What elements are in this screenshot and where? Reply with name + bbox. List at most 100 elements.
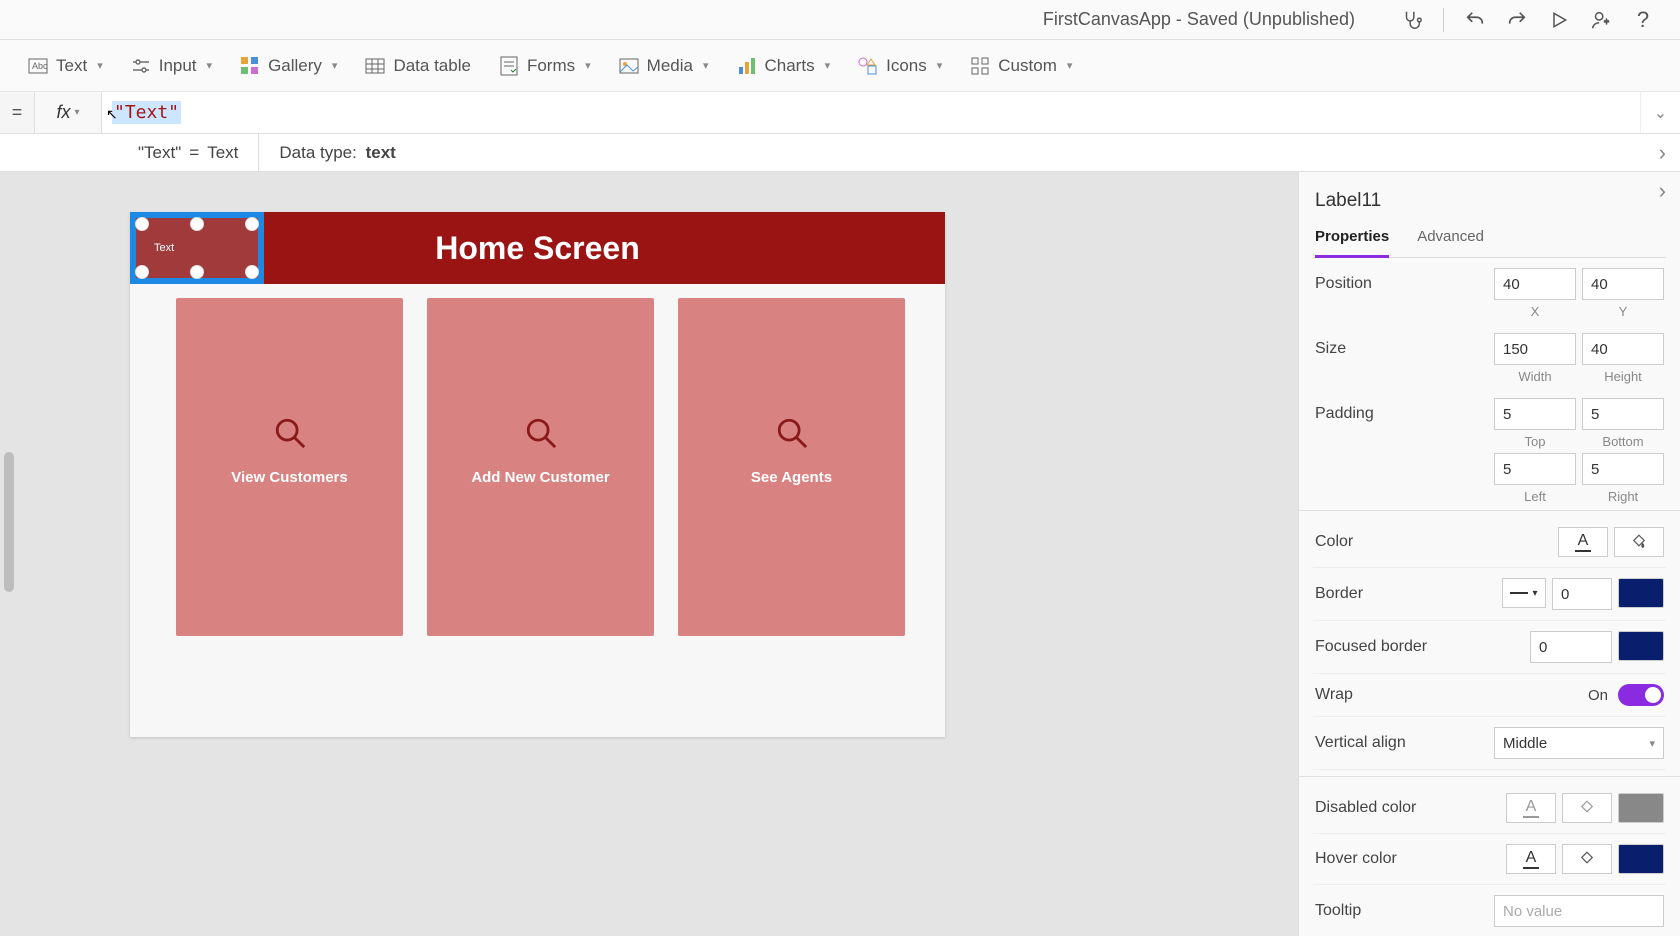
valign-dropdown[interactable]: Middle▾ [1494,727,1664,759]
ribbon-forms[interactable]: Forms▾ [499,56,591,76]
valign-label: Vertical align [1315,734,1494,752]
prop-padding: Padding 5 5 [1313,388,1666,432]
selection-handles[interactable] [136,218,258,278]
formula-collapse-button[interactable]: › [1659,140,1666,166]
prop-color: Color A [1313,517,1666,568]
table-icon [365,56,385,76]
size-height-input[interactable]: 40 [1582,333,1664,365]
formula-expand-button[interactable]: ⌄ [1640,92,1680,133]
chevron-down-icon: ▾ [332,59,338,72]
padding-left-input[interactable]: 5 [1494,453,1576,485]
ribbon-charts[interactable]: Charts▾ [737,56,831,76]
position-y-input[interactable]: 40 [1582,268,1664,300]
padding-bottom-input[interactable]: 5 [1582,398,1664,430]
redo-icon[interactable] [1500,3,1534,37]
datatype-label: Data type: [279,143,357,162]
hover-fill-button[interactable] [1562,844,1612,874]
position-label: Position [1315,275,1494,293]
ribbon-media[interactable]: Media▾ [619,56,709,76]
ribbon-gallery[interactable]: Gallery▾ [240,56,337,76]
share-user-icon[interactable] [1584,3,1618,37]
card-see-agents[interactable]: See Agents [678,298,905,636]
ribbon-custom[interactable]: Custom▾ [970,56,1072,76]
home-screen-title: Home Screen [435,230,640,267]
left-scrollbar[interactable] [0,172,20,936]
tab-properties[interactable]: Properties [1315,222,1389,258]
ribbon-text[interactable]: Abc Text▾ [28,56,103,76]
disabled-fill-button[interactable] [1562,793,1612,823]
chevron-down-icon: ⌄ [1654,103,1667,123]
card-add-customer[interactable]: Add New Customer [427,298,654,636]
border-width-input[interactable]: 0 [1552,578,1612,610]
prop-focused-border: Focused border 0 [1313,621,1666,674]
font-color-button[interactable]: A [1558,527,1608,557]
formula-value: "Text" [112,101,181,124]
disabled-font-color-button[interactable]: A [1506,793,1556,823]
svg-text:Abc: Abc [32,61,48,71]
disabled-border-swatch[interactable] [1618,793,1664,823]
padding-label: Padding [1315,405,1494,423]
gallery-grid-icon [240,56,260,76]
card-caption: Add New Customer [471,469,609,486]
prop-disabled-color: Disabled color A [1313,783,1666,834]
app-title: FirstCanvasApp - Saved (Unpublished) [1043,9,1355,30]
tooltip-input[interactable]: No value [1494,895,1664,927]
help-icon[interactable]: ? [1626,3,1660,37]
size-label: Size [1315,340,1494,358]
prop-tooltip: Tooltip No value [1313,885,1666,936]
fx-button[interactable]: fx▾ [34,92,102,133]
ribbon-datatable[interactable]: Data table [365,56,471,76]
chevron-down-icon: ▾ [825,59,831,72]
ribbon-input[interactable]: Input▾ [131,56,212,76]
padding-top-input[interactable]: 5 [1494,398,1576,430]
chevron-down-icon: ▾ [937,59,943,72]
border-label: Border [1315,585,1502,603]
tooltip-label: Tooltip [1315,902,1494,920]
focused-border-label: Focused border [1315,638,1530,656]
card-view-customers[interactable]: View Customers [176,298,403,636]
wrap-label: Wrap [1315,686,1588,704]
formula-input[interactable]: ↖ "Text" [102,92,1640,133]
hover-border-swatch[interactable] [1618,844,1664,874]
fill-color-button[interactable] [1614,527,1664,557]
undo-icon[interactable] [1458,3,1492,37]
stethoscope-icon[interactable] [1395,3,1429,37]
insert-ribbon: Abc Text▾ Input▾ Gallery▾ Data table For… [0,40,1680,92]
chevron-down-icon: ▾ [703,59,709,72]
prop-valign: Vertical align Middle▾ [1313,717,1666,770]
properties-tabs: Properties Advanced [1313,222,1666,258]
wrap-toggle[interactable] [1618,684,1664,706]
focused-border-width-input[interactable]: 0 [1530,631,1612,663]
card-caption: See Agents [751,469,832,486]
focused-border-color-swatch[interactable] [1618,631,1664,661]
padding-right-input[interactable]: 5 [1582,453,1664,485]
hover-font-color-button[interactable]: A [1506,844,1556,874]
cursor-icon: ↖ [106,106,118,123]
ribbon-icons[interactable]: Icons▾ [858,56,942,76]
input-sliders-icon [131,56,151,76]
text-label-icon: Abc [28,56,48,76]
hover-color-label: Hover color [1315,850,1506,868]
property-equals[interactable]: = [0,92,34,133]
border-style-dropdown[interactable]: ▾ [1502,578,1546,608]
result-eq: = [189,143,199,163]
search-icon [273,416,307,455]
border-color-swatch[interactable] [1618,578,1664,608]
search-icon [775,416,809,455]
size-width-input[interactable]: 150 [1494,333,1576,365]
canvas-viewport: Home Screen Text View Customers Add New … [20,172,1298,936]
media-image-icon [619,56,639,76]
selected-label-control[interactable]: Text [130,212,264,284]
datatype-value: text [366,143,396,162]
chevron-down-icon: ▾ [207,59,213,72]
chevron-down-icon: ▾ [74,107,79,118]
custom-grid-icon [970,56,990,76]
scrollbar-thumb[interactable] [4,452,14,592]
tab-advanced[interactable]: Advanced [1417,222,1484,257]
panel-collapse-button[interactable]: › [1659,178,1666,204]
chevron-down-icon: ▾ [585,59,591,72]
play-icon[interactable] [1542,3,1576,37]
position-x-input[interactable]: 40 [1494,268,1576,300]
card-caption: View Customers [231,469,347,486]
app-canvas[interactable]: Home Screen Text View Customers Add New … [130,212,945,737]
